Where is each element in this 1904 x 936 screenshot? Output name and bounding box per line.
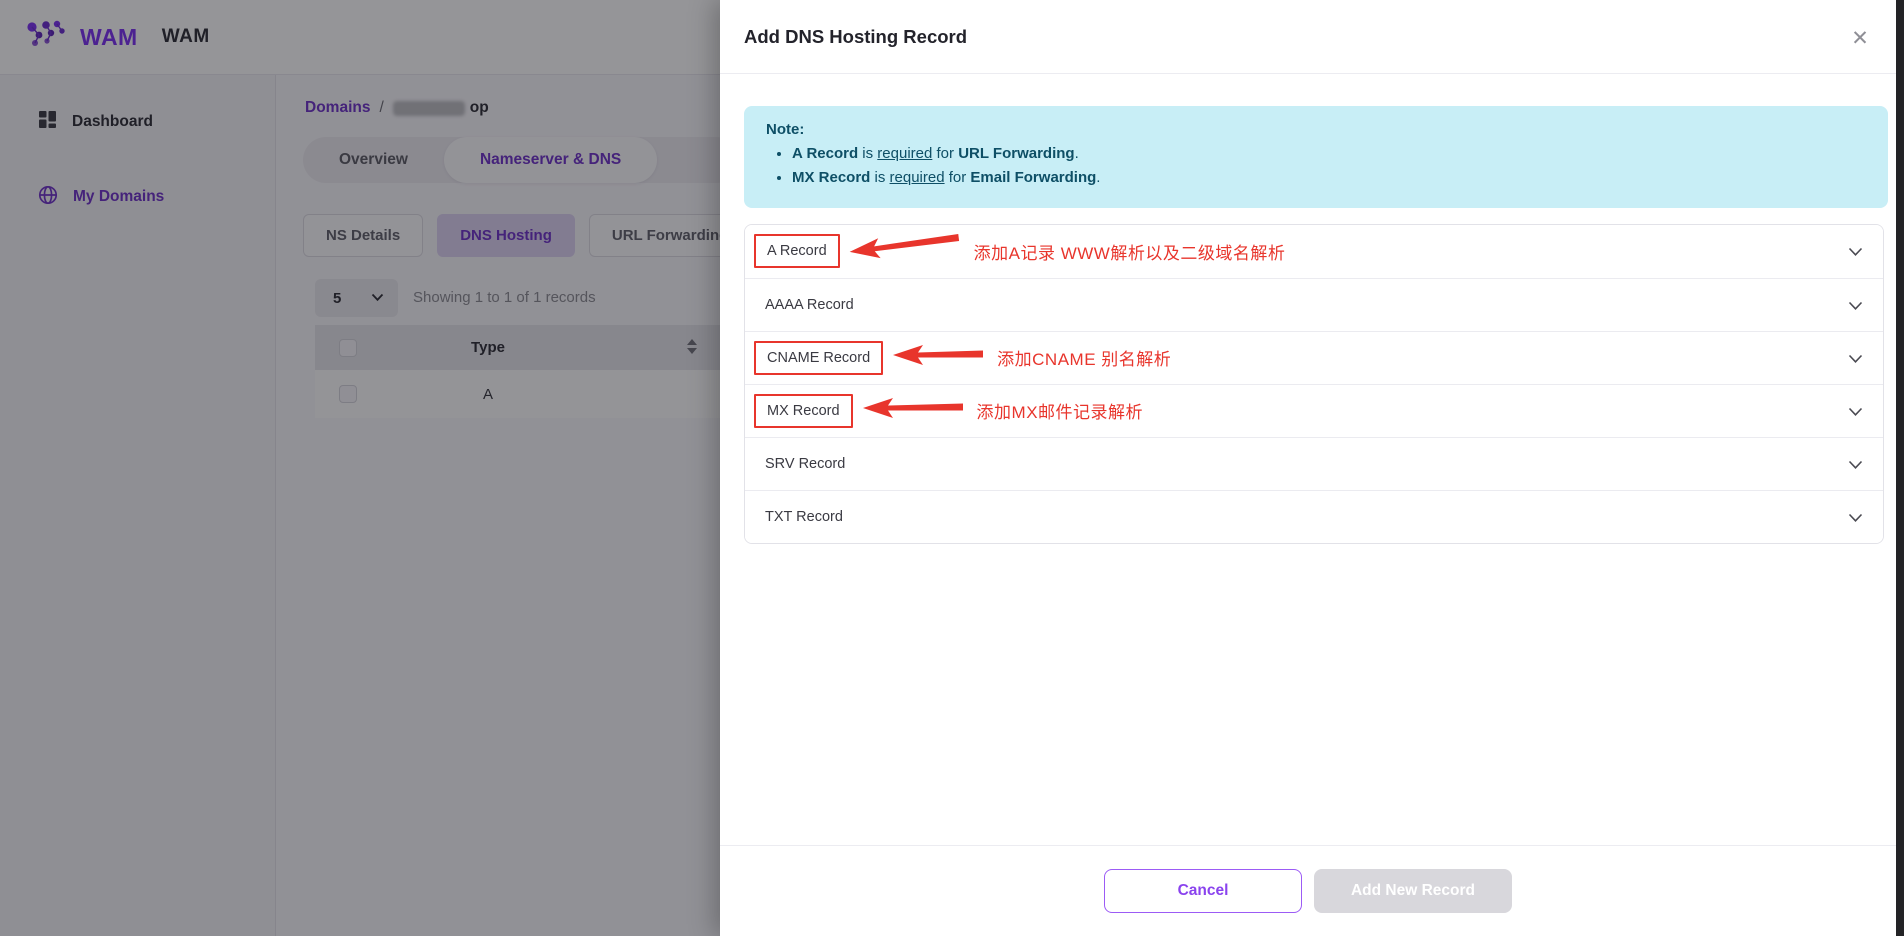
modal-body: Note: A Record is required for URL Forwa… [720,74,1896,845]
annotation-cname-record: 添加CNAME 别名解析 [893,342,1171,373]
modal-title: Add DNS Hosting Record [744,26,967,48]
accordion-row-cname-record[interactable]: CNAME Record 添加CNAME 别名解析 [745,331,1883,384]
note-heading: Note: [766,121,1866,138]
accordion-row-a-record[interactable]: A Record 添加A记录 WWW解析以及二级域名解析 [745,225,1883,278]
note-bullet: MX Record is required for Email Forwardi… [792,166,1866,190]
accordion-label: CNAME Record [754,341,883,375]
annotation-a-record: 添加A记录 WWW解析以及二级域名解析 [850,236,1286,267]
chevron-down-icon [1848,404,1863,422]
accordion-row-txt-record[interactable]: TXT Record [745,490,1883,543]
add-dns-record-modal: Add DNS Hosting Record ✕ Note: A Record … [720,0,1896,936]
modal-footer: Cancel Add New Record [720,845,1896,936]
accordion-label: TXT Record [765,509,843,525]
chevron-down-icon [1848,510,1863,528]
accordion-label: AAAA Record [765,297,854,313]
annotation-text: 添加MX邮件记录解析 [977,398,1144,423]
chevron-down-icon [1848,351,1863,369]
note-list: A Record is required for URL Forwarding.… [766,142,1866,191]
accordion-row-aaaa-record[interactable]: AAAA Record [745,278,1883,331]
annotation-text: 添加A记录 WWW解析以及二级域名解析 [974,239,1286,264]
accordion-row-mx-record[interactable]: MX Record 添加MX邮件记录解析 [745,384,1883,437]
chevron-down-icon [1848,298,1863,316]
annotation-text: 添加CNAME 别名解析 [997,345,1171,370]
close-icon[interactable]: ✕ [1846,24,1874,52]
red-arrow-left-icon [893,342,985,373]
cancel-button[interactable]: Cancel [1104,869,1302,913]
red-arrow-left-icon [863,395,965,426]
accordion-label: A Record [754,234,840,268]
note-bullet: A Record is required for URL Forwarding. [792,142,1866,166]
accordion-label: SRV Record [765,456,845,472]
red-arrow-left-icon [848,225,963,269]
annotation-mx-record: 添加MX邮件记录解析 [863,395,1144,426]
accordion-row-srv-record[interactable]: SRV Record [745,437,1883,490]
chevron-down-icon [1848,244,1863,262]
add-new-record-button[interactable]: Add New Record [1314,869,1512,913]
browser-scrollbar[interactable] [1896,0,1904,936]
modal-header: Add DNS Hosting Record ✕ [720,0,1896,74]
note-callout: Note: A Record is required for URL Forwa… [744,106,1888,208]
chevron-down-icon [1848,457,1863,475]
record-type-accordion: A Record 添加A记录 WWW解析以及二级域名解析 AAAA Record [744,224,1884,544]
accordion-label: MX Record [754,394,853,428]
app-window: WAM WAM Dashboard [0,0,1904,936]
